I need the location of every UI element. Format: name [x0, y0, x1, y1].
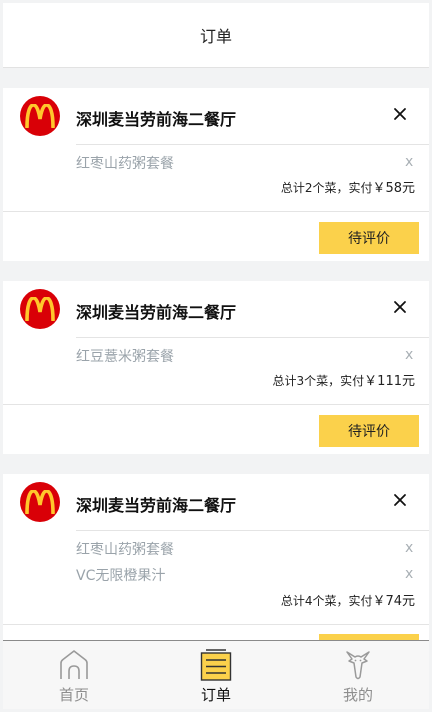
delete-order-button[interactable] [391, 491, 409, 509]
order-item-name: 红枣山药粥套餐 [76, 542, 174, 558]
delete-order-button[interactable] [391, 105, 409, 123]
review-button[interactable]: 待评价 [319, 415, 419, 447]
divider [3, 624, 429, 625]
tab-profile[interactable]: 我的 [287, 641, 429, 709]
order-item-name: 红豆薏米粥套餐 [76, 349, 174, 365]
close-icon [394, 494, 406, 506]
order-summary-text: 总计3个菜，实付 [272, 374, 365, 388]
order-price: ￥58元 [372, 181, 415, 196]
order-price: ￥111元 [364, 374, 415, 389]
order-summary: 总计3个菜，实付￥111元 [273, 370, 415, 389]
store-name: 深圳麦当劳前海二餐厅 [76, 303, 237, 322]
remove-item-button[interactable]: x [405, 347, 413, 363]
remove-item-button[interactable]: x [405, 566, 413, 582]
order-summary: 总计4个菜，实付￥74元 [281, 590, 415, 609]
order-item-name: VC无限橙果汁 [76, 568, 166, 584]
delete-order-button[interactable] [391, 298, 409, 316]
order-card: 深圳麦当劳前海二餐厅 红豆薏米粥套餐 x 总计3个菜，实付￥111元 待评价 [3, 281, 429, 454]
tab-label: 我的 [342, 686, 373, 704]
order-item-name: 红枣山药粥套餐 [76, 156, 174, 172]
home-icon [60, 650, 88, 679]
tab-orders[interactable]: 订单 [145, 641, 287, 709]
mcdonalds-logo [20, 482, 60, 522]
order-card: 深圳麦当劳前海二餐厅 红枣山药粥套餐 x VC无限橙果汁 x 总计4个菜，实付￥… [3, 474, 429, 640]
store-name: 深圳麦当劳前海二餐厅 [76, 496, 237, 515]
close-icon [394, 108, 406, 120]
page-title: 订单 [199, 27, 232, 46]
order-card-header: 深圳麦当劳前海二餐厅 [3, 281, 429, 337]
order-summary: 总计2个菜，实付￥58元 [281, 177, 415, 196]
divider [76, 144, 429, 145]
store-name: 深圳麦当劳前海二餐厅 [76, 110, 237, 129]
review-button[interactable]: 待评价 [319, 222, 419, 254]
remove-item-button[interactable]: x [405, 154, 413, 170]
close-icon [394, 301, 406, 313]
order-list: 深圳麦当劳前海二餐厅 红枣山药粥套餐 x 总计2个菜，实付￥58元 待评价 深圳… [3, 68, 429, 640]
divider [3, 404, 429, 405]
order-card-header: 深圳麦当劳前海二餐厅 [3, 474, 429, 530]
mcdonalds-logo [20, 289, 60, 329]
order-card: 深圳麦当劳前海二餐厅 红枣山药粥套餐 x 总计2个菜，实付￥58元 待评价 [3, 88, 429, 261]
divider [3, 211, 429, 212]
divider [76, 337, 429, 338]
divider [76, 530, 429, 531]
tab-label: 首页 [58, 686, 89, 704]
order-card-header: 深圳麦当劳前海二餐厅 [3, 88, 429, 144]
tab-label: 订单 [200, 686, 231, 704]
remove-item-button[interactable]: x [405, 540, 413, 556]
bottom-tab-bar: 首页 订单 我的 [3, 640, 429, 709]
profile-icon [346, 651, 370, 680]
order-list-icon [200, 649, 232, 681]
mcdonalds-logo [20, 96, 60, 136]
order-price: ￥74元 [372, 594, 415, 609]
app-frame: 订单 深圳麦当劳前海二餐厅 红枣山药粥套餐 x 总计2个菜，实付￥58元 待评价 [3, 3, 429, 709]
order-summary-text: 总计2个菜，实付 [280, 181, 373, 195]
tab-home[interactable]: 首页 [3, 641, 145, 709]
order-summary-text: 总计4个菜，实付 [280, 594, 373, 608]
top-bar: 订单 [3, 3, 429, 68]
